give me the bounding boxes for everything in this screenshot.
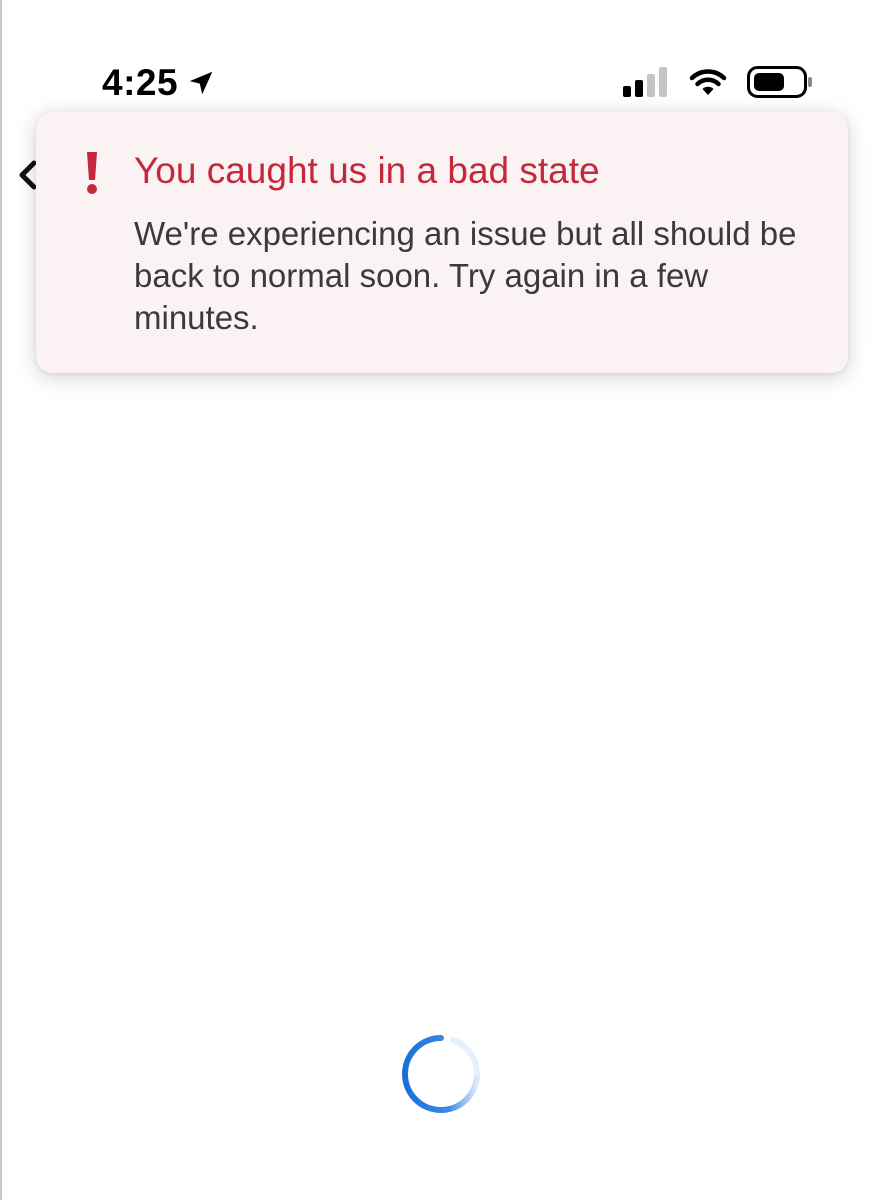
screen-edge-divider xyxy=(0,0,2,1200)
error-toast: You caught us in a bad state We're exper… xyxy=(36,112,848,373)
error-title: You caught us in a bad state xyxy=(134,150,600,191)
loading-spinner-icon xyxy=(402,1035,481,1113)
status-bar: 4:25 xyxy=(0,0,883,110)
status-time-group: 4:25 xyxy=(102,58,216,108)
exclamation-icon xyxy=(87,152,97,194)
app-screen: 4:25 You caught us in a bad state We're … xyxy=(0,0,883,1200)
wifi-icon xyxy=(689,69,727,95)
status-icons xyxy=(623,62,813,102)
status-time: 4:25 xyxy=(102,62,179,103)
location-arrow-icon xyxy=(189,71,213,95)
error-message: We're experiencing an issue but all shou… xyxy=(134,215,797,336)
battery-icon xyxy=(747,66,812,98)
signal-icon xyxy=(623,67,667,97)
